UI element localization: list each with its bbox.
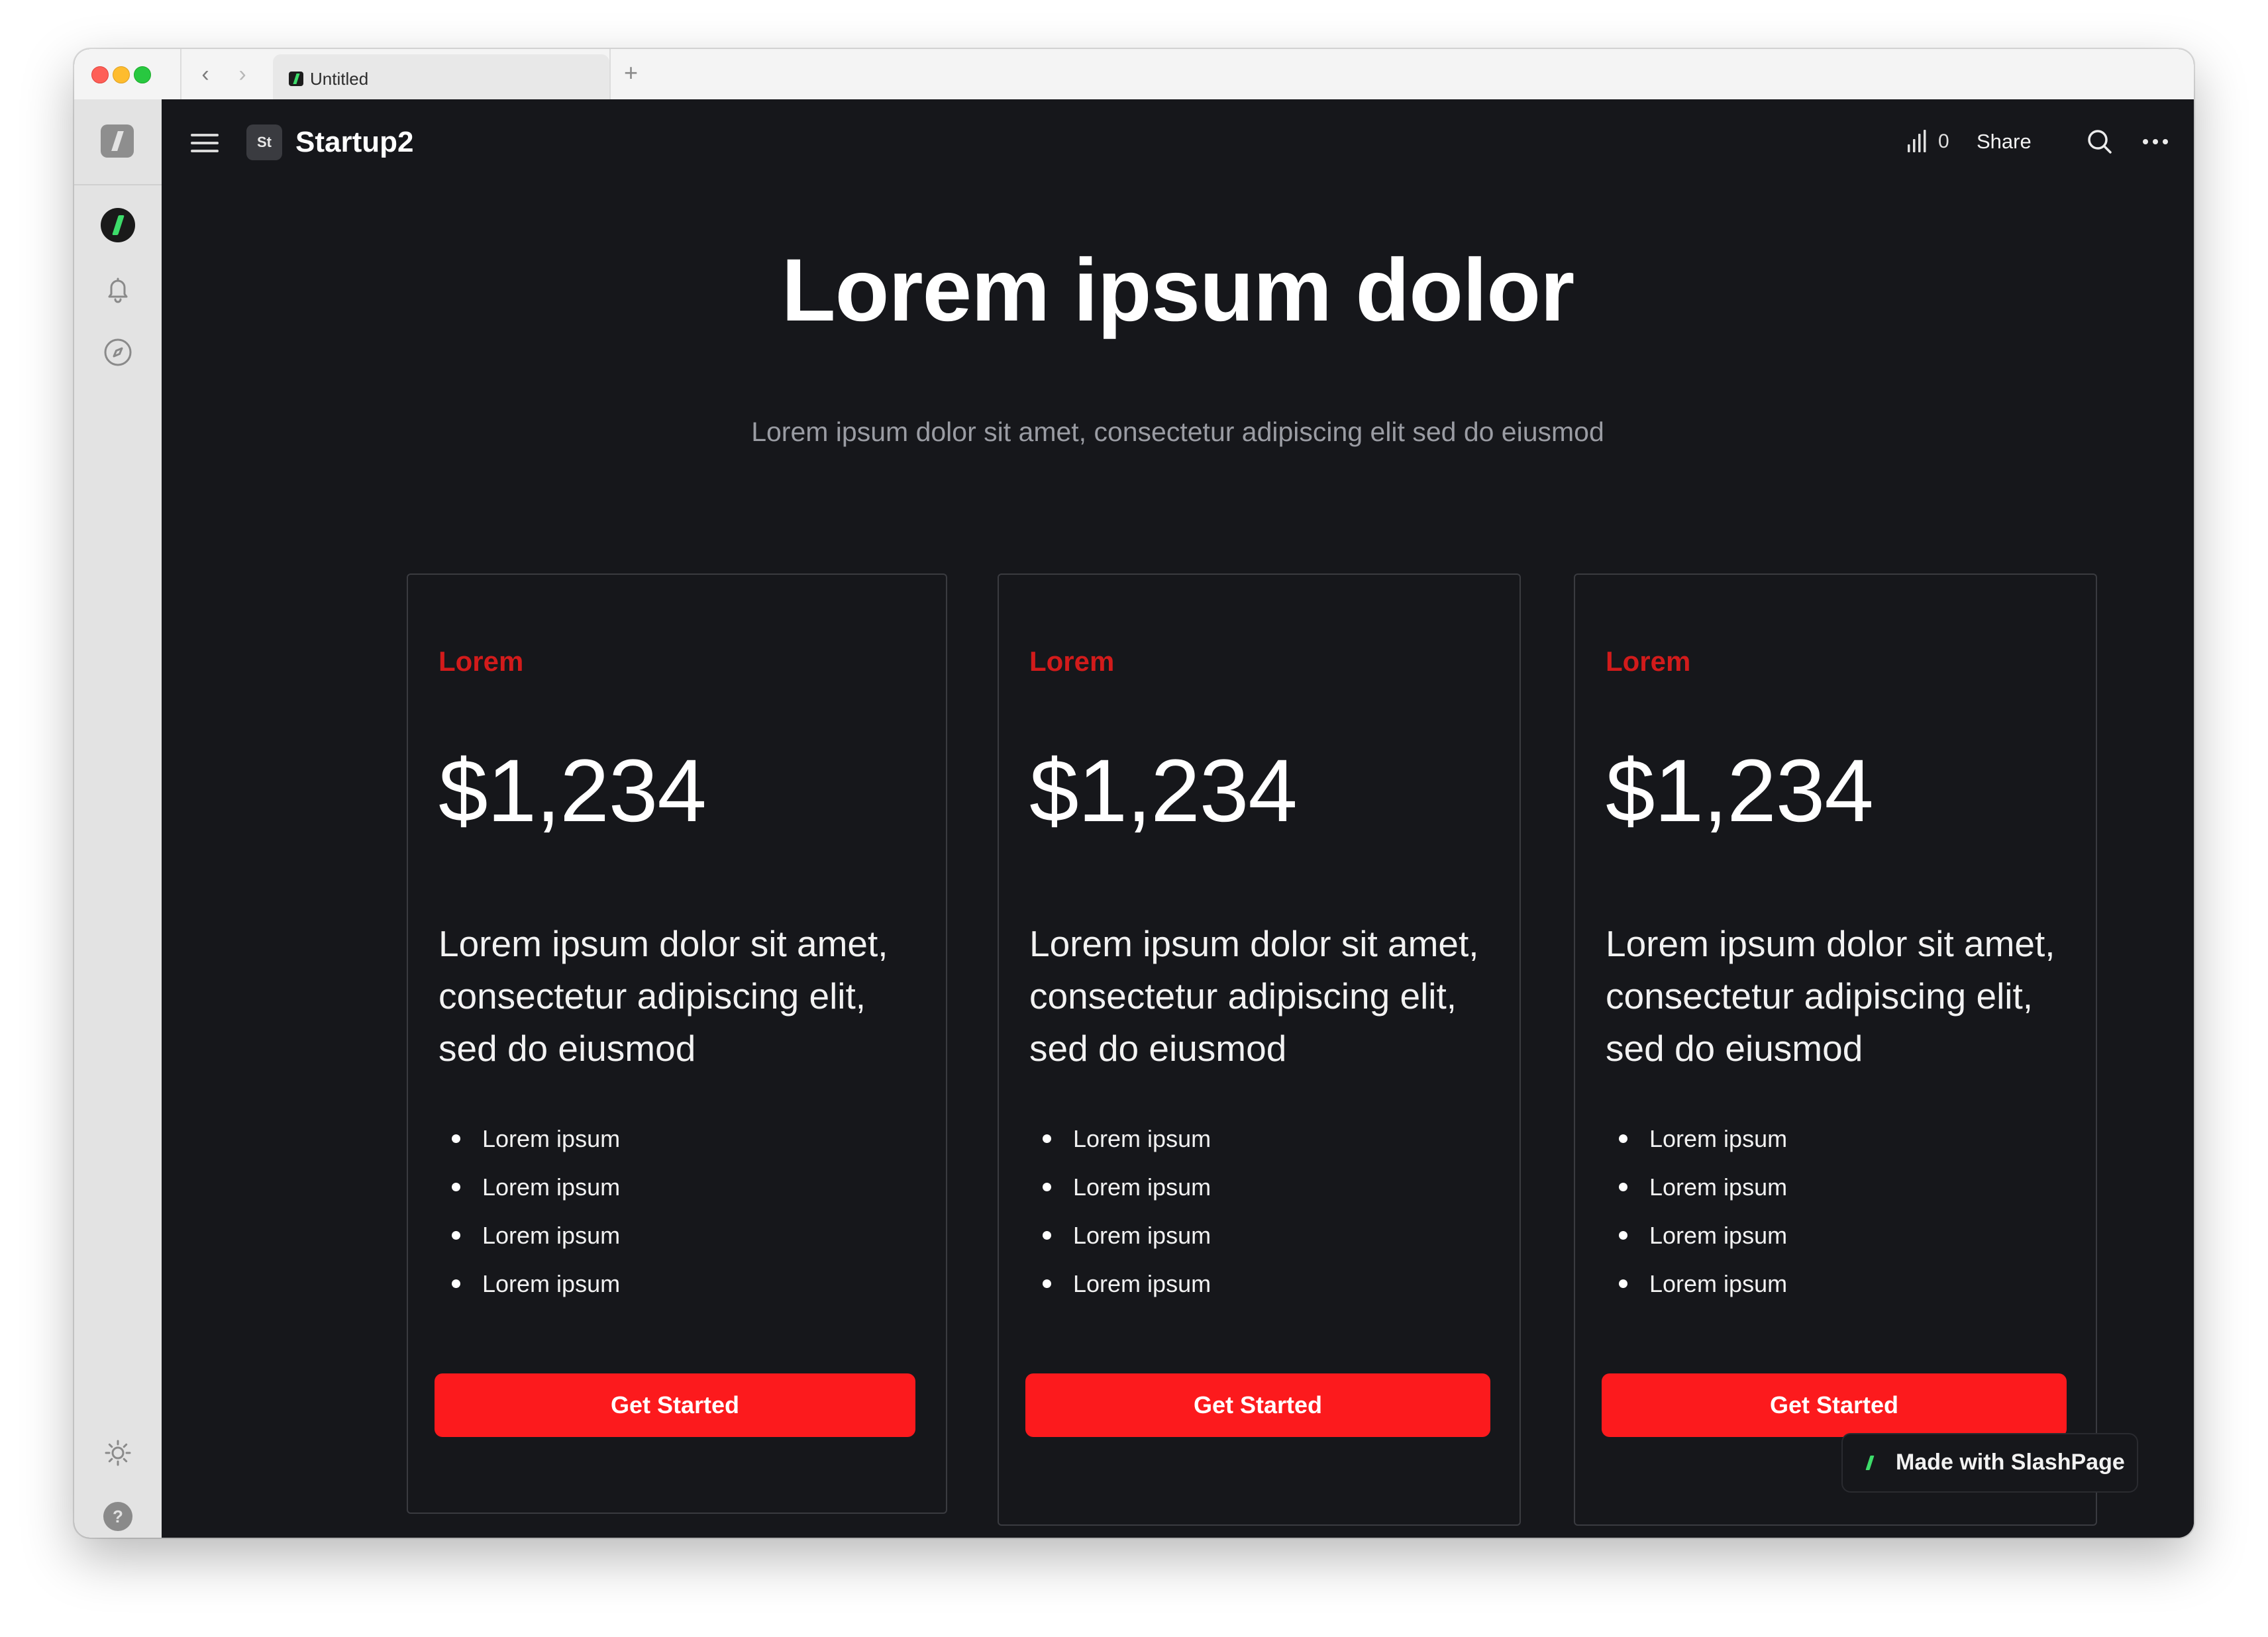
page-subtitle: Lorem ipsum dolor sit amet, consectetur … xyxy=(751,417,1604,447)
pricing-card: Lorem $1,234 Lorem ipsum dolor sit amet,… xyxy=(998,573,1521,1526)
sidebar: ? xyxy=(74,99,163,1538)
share-button[interactable]: Share xyxy=(1977,127,2032,156)
feature-item: Lorem ipsum xyxy=(1029,1221,1211,1269)
made-with-slashpage-badge[interactable]: Made with SlashPage xyxy=(1841,1433,2138,1493)
bell-icon[interactable] xyxy=(101,272,135,306)
tab-title: Untitled xyxy=(310,69,369,89)
forward-icon[interactable]: › xyxy=(231,61,254,87)
plan-description: Lorem ipsum dolor sit amet, consectetur … xyxy=(1606,923,2055,1069)
browser-toolbar: ‹ › Untitled + xyxy=(74,49,2194,101)
feature-item: Lorem ipsum xyxy=(1029,1124,1211,1173)
home-icon[interactable] xyxy=(101,208,135,242)
plan-price: $1,234 xyxy=(438,742,707,840)
zoom-window-button[interactable] xyxy=(134,66,151,83)
workspace-name[interactable]: Startup2 xyxy=(295,124,413,160)
sun-icon[interactable] xyxy=(101,1436,135,1470)
page-title: Lorem ipsum dolor xyxy=(781,241,1575,340)
compass-icon[interactable] xyxy=(101,335,135,370)
feature-list: Lorem ipsum Lorem ipsum Lorem ipsum Lore… xyxy=(1606,1124,1787,1318)
plan-description: Lorem ipsum dolor sit amet, consectetur … xyxy=(438,923,888,1069)
pricing-card: Lorem $1,234 Lorem ipsum dolor sit amet,… xyxy=(1574,573,2097,1526)
help-icon[interactable]: ? xyxy=(101,1499,135,1534)
feature-item: Lorem ipsum xyxy=(438,1173,620,1221)
plan-label: Lorem xyxy=(1606,646,1691,677)
feature-item: Lorem ipsum xyxy=(1029,1269,1211,1318)
tab-divider xyxy=(609,49,611,99)
plan-label: Lorem xyxy=(1029,646,1115,677)
slashpage-logo-icon[interactable] xyxy=(101,124,134,158)
new-tab-button[interactable]: + xyxy=(624,60,638,86)
feature-item: Lorem ipsum xyxy=(438,1124,620,1173)
slashpage-logo-icon xyxy=(1865,1456,1875,1470)
feature-item: Lorem ipsum xyxy=(1029,1173,1211,1221)
slashpage-favicon-icon xyxy=(289,72,303,86)
get-started-button[interactable]: Get Started xyxy=(1025,1373,1490,1437)
feature-item: Lorem ipsum xyxy=(438,1269,620,1318)
plan-price: $1,234 xyxy=(1029,742,1298,840)
browser-tab[interactable]: Untitled xyxy=(273,54,609,99)
browser-window: ‹ › Untitled + ? St Startup2 0 Share Lor… xyxy=(74,49,2194,1538)
search-icon[interactable] xyxy=(2084,126,2116,158)
feature-list: Lorem ipsum Lorem ipsum Lorem ipsum Lore… xyxy=(438,1124,620,1318)
plan-label: Lorem xyxy=(438,646,524,677)
menu-icon[interactable] xyxy=(191,131,220,155)
feature-item: Lorem ipsum xyxy=(1606,1221,1787,1269)
feature-list: Lorem ipsum Lorem ipsum Lorem ipsum Lore… xyxy=(1029,1124,1211,1318)
workspace-avatar[interactable]: St xyxy=(246,124,282,160)
feature-item: Lorem ipsum xyxy=(1606,1269,1787,1318)
close-window-button[interactable] xyxy=(91,66,109,83)
get-started-button[interactable]: Get Started xyxy=(435,1373,915,1437)
bar-chart-icon xyxy=(1908,130,1926,152)
back-icon[interactable]: ‹ xyxy=(193,61,217,87)
plan-description: Lorem ipsum dolor sit amet, consectetur … xyxy=(1029,923,1479,1069)
pricing-card: Lorem $1,234 Lorem ipsum dolor sit amet,… xyxy=(407,573,947,1514)
toolbar-divider xyxy=(180,49,181,99)
get-started-button[interactable]: Get Started xyxy=(1602,1373,2067,1437)
page-content: St Startup2 0 Share Lorem ipsum dolor Lo… xyxy=(162,99,2194,1538)
views-counter[interactable]: 0 xyxy=(1905,127,1949,156)
more-icon[interactable] xyxy=(2139,126,2171,158)
feature-item: Lorem ipsum xyxy=(1606,1173,1787,1221)
minimize-window-button[interactable] xyxy=(113,66,130,83)
sidebar-divider xyxy=(74,184,162,185)
svg-text:?: ? xyxy=(113,1507,123,1526)
plan-price: $1,234 xyxy=(1606,742,1874,840)
feature-item: Lorem ipsum xyxy=(1606,1124,1787,1173)
feature-item: Lorem ipsum xyxy=(438,1221,620,1269)
views-count: 0 xyxy=(1938,130,1949,152)
made-with-label: Made with SlashPage xyxy=(1896,1450,2125,1475)
